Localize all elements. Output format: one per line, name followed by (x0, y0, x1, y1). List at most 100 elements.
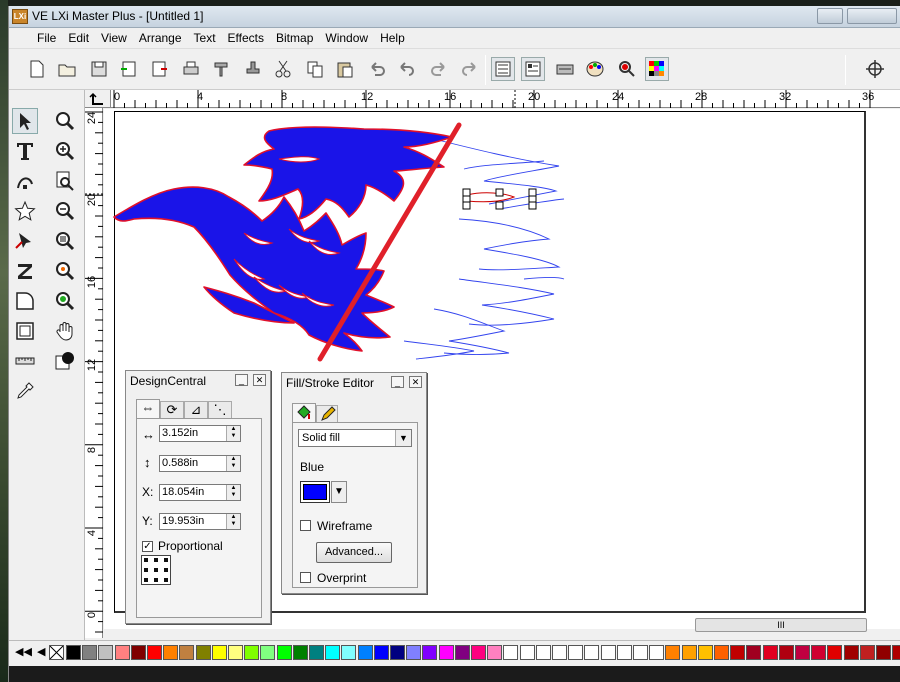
palette-swatch[interactable] (795, 645, 810, 660)
close-panel-button[interactable]: ✕ (253, 374, 266, 386)
palette-swatch[interactable] (98, 645, 114, 660)
palette-swatch[interactable] (892, 645, 900, 660)
selection-handle[interactable] (495, 188, 504, 197)
x-spinner[interactable]: ▲ ▼ (226, 485, 240, 500)
undo-list-icon[interactable] (395, 57, 419, 81)
plot-icon[interactable] (209, 57, 233, 81)
palette-swatch[interactable] (681, 645, 697, 660)
palette-swatch[interactable] (633, 645, 648, 660)
selection-handle[interactable] (495, 201, 504, 210)
minimize-button[interactable] (817, 8, 843, 24)
redo-icon[interactable] (427, 57, 451, 81)
rectangle-tool-icon[interactable] (12, 318, 38, 344)
stroke-pen-icon[interactable] (316, 405, 338, 423)
palette-swatch[interactable] (552, 645, 567, 660)
design-central-title[interactable]: DesignCentral (126, 371, 270, 391)
zoom-page-icon[interactable] (52, 168, 78, 194)
minimize-panel-button[interactable]: _ (235, 374, 248, 386)
palette-swatch[interactable] (163, 645, 179, 660)
palette-swatch[interactable] (714, 645, 729, 660)
text-tool-icon[interactable] (12, 138, 38, 164)
ruler-origin[interactable] (85, 90, 111, 108)
palette-swatch[interactable] (535, 645, 551, 660)
fill-bucket-icon[interactable] (292, 403, 316, 423)
palette-scroll-left-icon[interactable]: ◀◀ (15, 645, 32, 658)
menu-edit[interactable]: Edit (62, 28, 95, 48)
palette-swatch[interactable] (616, 645, 632, 660)
copy-icon[interactable] (303, 57, 327, 81)
palette-swatch[interactable] (373, 645, 389, 660)
zoom-fit-icon[interactable] (52, 228, 78, 254)
palette-swatch[interactable] (471, 645, 486, 660)
palette-swatch[interactable] (390, 645, 405, 660)
shape-tool-icon[interactable] (12, 288, 38, 314)
palette-swatch[interactable] (292, 645, 308, 660)
palette-swatch[interactable] (179, 645, 195, 660)
move-size-icon[interactable]: ⇔ (136, 399, 160, 419)
y-spinner[interactable]: ▲ ▼ (226, 514, 240, 529)
cut-icon[interactable] (271, 57, 295, 81)
close-panel-button[interactable]: ✕ (409, 376, 422, 388)
ruler-tool-icon[interactable] (12, 348, 38, 374)
paste-icon[interactable] (333, 57, 357, 81)
no-color-swatch[interactable] (49, 645, 64, 660)
palette-swatch[interactable] (276, 645, 292, 660)
palette-swatch[interactable] (730, 645, 746, 660)
menu-text[interactable]: Text (188, 28, 222, 48)
fill-tool-icon[interactable] (52, 348, 78, 374)
app-icon[interactable]: LXi (12, 9, 28, 24)
palette-swatch[interactable] (600, 645, 616, 660)
title-bar[interactable]: LXi VE LXi Master Plus - [Untitled 1] (9, 6, 900, 28)
palette-swatch[interactable] (811, 645, 827, 660)
x-field[interactable]: 18.054in ▲ ▼ (159, 484, 241, 501)
undo-icon[interactable] (365, 57, 389, 81)
stamp-icon[interactable] (241, 57, 265, 81)
palette-swatch[interactable] (778, 645, 794, 660)
new-icon[interactable] (25, 57, 49, 81)
palette-swatch[interactable] (584, 645, 600, 660)
menu-help[interactable]: Help (374, 28, 411, 48)
palette-swatch[interactable] (827, 645, 843, 660)
horizontal-scrollbar[interactable]: III (695, 618, 867, 632)
palette-swatch[interactable] (665, 645, 681, 660)
open-icon[interactable] (55, 57, 79, 81)
palette-swatch[interactable] (309, 645, 324, 660)
palette-swatch[interactable] (422, 645, 438, 660)
fill-stroke-title[interactable]: Fill/Stroke Editor (282, 373, 426, 393)
zoom-out-icon[interactable] (52, 198, 78, 224)
palette-swatch[interactable] (195, 645, 211, 660)
palette-swatch[interactable] (843, 645, 859, 660)
palette-swatch[interactable] (454, 645, 470, 660)
rotate-icon[interactable]: ⟳ (160, 401, 184, 419)
zoom-in-icon[interactable] (52, 138, 78, 164)
chevron-down-icon[interactable]: ▼ (395, 430, 411, 446)
overprint-checkbox[interactable] (300, 572, 311, 583)
selection-handle[interactable] (528, 195, 537, 203)
selection-handle[interactable] (528, 188, 537, 197)
palette-swatch[interactable] (746, 645, 762, 660)
menu-effects[interactable]: Effects (222, 28, 270, 48)
advanced-button[interactable]: Advanced... (316, 542, 392, 563)
minimize-panel-button[interactable]: _ (391, 376, 404, 388)
design-central-icon[interactable] (491, 57, 515, 81)
palette-swatch[interactable] (519, 645, 535, 660)
phoenix-wireframe-outline[interactable] (403, 138, 565, 360)
palette-swatch[interactable] (859, 645, 875, 660)
y-field[interactable]: 19.953in ▲ ▼ (159, 513, 241, 530)
fill-color-swatch[interactable] (300, 481, 330, 503)
save-icon[interactable] (87, 57, 111, 81)
zoom-all-icon[interactable] (52, 288, 78, 314)
print-icon[interactable] (179, 57, 203, 81)
node-edit-icon[interactable] (12, 168, 38, 194)
palette-swatch[interactable] (66, 645, 81, 660)
height-field[interactable]: 0.588in ▲ ▼ (159, 455, 241, 472)
palette-swatch[interactable] (114, 645, 130, 660)
palette-swatch[interactable] (147, 645, 162, 660)
fill-icon[interactable] (615, 57, 639, 81)
selection-handle[interactable] (462, 195, 471, 203)
palette-prev-icon[interactable]: ◀ (37, 645, 45, 658)
palette-swatch[interactable] (82, 645, 98, 660)
menu-window[interactable]: Window (319, 28, 374, 48)
target-icon[interactable] (863, 57, 887, 81)
palette-swatch[interactable] (211, 645, 227, 660)
